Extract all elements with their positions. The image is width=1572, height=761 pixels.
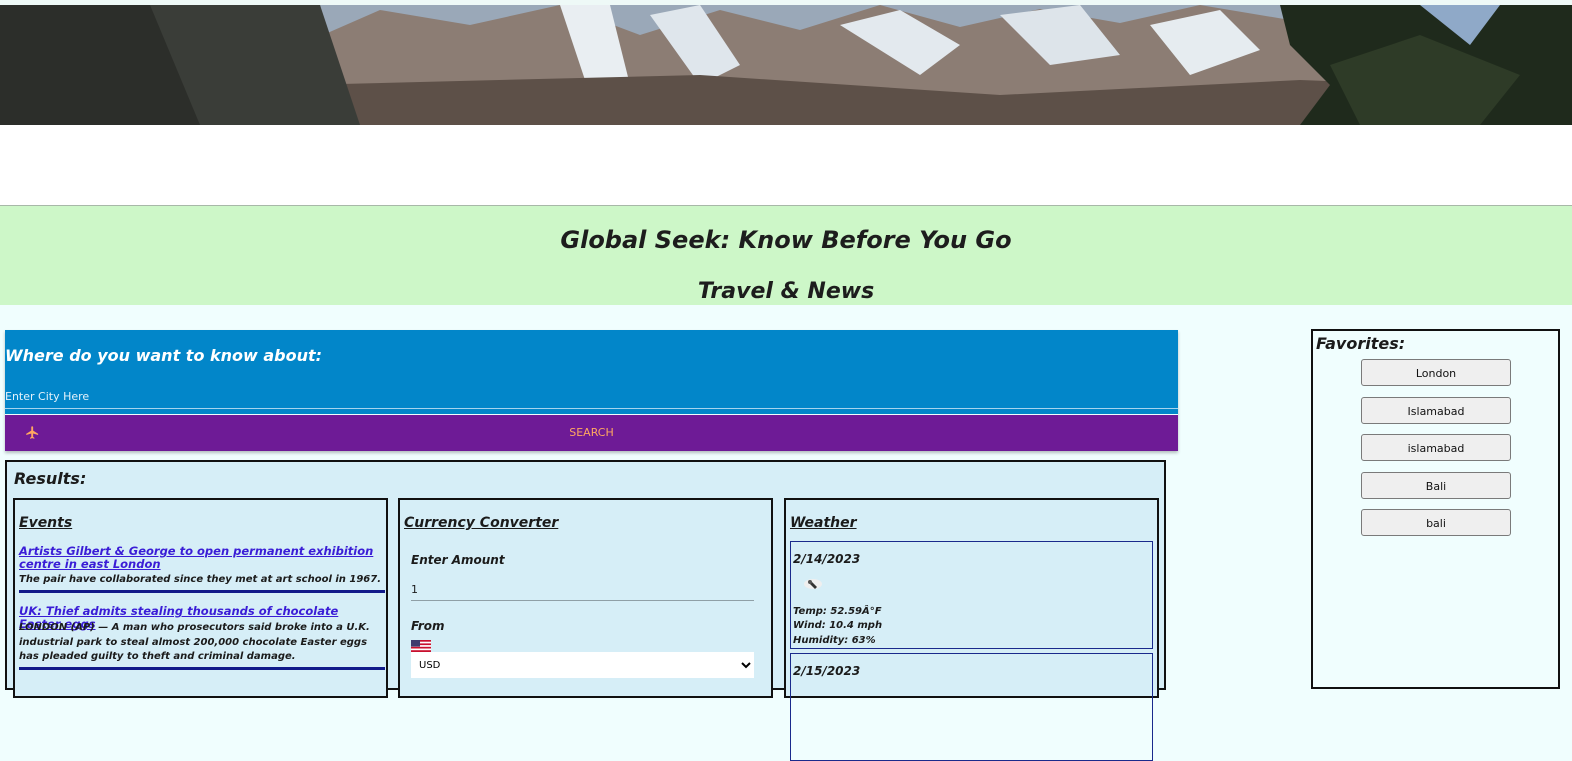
favorite-button[interactable]: London [1361, 359, 1511, 386]
weather-day-card: 2/14/2023 Temp: 52.59Â°F Wind: 10.4 mph … [790, 541, 1153, 649]
weather-day-card: 2/15/2023 [790, 653, 1153, 761]
results-panel: Results: Events Artists Gilbert & George… [5, 460, 1166, 761]
us-flag-icon [411, 640, 431, 652]
search-button[interactable]: SEARCH [5, 415, 1178, 451]
from-currency-select[interactable]: USD [411, 652, 754, 678]
event-divider [19, 590, 385, 593]
spacer-band [0, 125, 1572, 207]
search-card: Where do you want to know about: SEARCH [5, 330, 1178, 451]
currency-column: Currency Converter Enter Amount From USD [398, 498, 773, 698]
results-heading: Results: [14, 469, 87, 488]
weather-date: 2/14/2023 [793, 552, 861, 566]
airplane-icon [26, 426, 39, 439]
city-search-input[interactable] [5, 384, 1178, 409]
event-link[interactable]: Artists Gilbert & George to open permane… [19, 545, 381, 571]
search-heading: Where do you want to know about: [5, 346, 323, 365]
weather-wind: Wind: 10.4 mph [793, 620, 883, 631]
currency-title: Currency Converter [404, 515, 559, 531]
weather-column: Weather 2/14/2023 Temp: 52.59Â°F Wind: 1… [784, 498, 1159, 761]
page-subtitle: Travel & News [697, 279, 875, 304]
search-button-label: SEARCH [569, 426, 614, 439]
event-divider [19, 667, 385, 670]
favorites-heading: Favorites: [1316, 334, 1406, 353]
favorites-panel: Favorites: London Islamabad islamabad Ba… [1311, 329, 1560, 689]
favorite-button[interactable]: bali [1361, 509, 1511, 536]
page-title: Global Seek: Know Before You Go [560, 226, 1012, 254]
favorite-button[interactable]: Islamabad [1361, 397, 1511, 424]
rain-cloud-icon [804, 579, 822, 589]
weather-humidity: Humidity: 63% [793, 635, 876, 646]
event-summary: The pair have collaborated since they me… [19, 574, 382, 585]
from-label: From [411, 619, 445, 633]
favorite-button[interactable]: islamabad [1361, 434, 1511, 461]
events-title: Events [19, 515, 73, 531]
mountain-banner-image [0, 5, 1572, 125]
favorite-button[interactable]: Bali [1361, 472, 1511, 499]
event-summary: LONDON (AP) — A man who prosecutors said… [19, 622, 370, 662]
amount-label: Enter Amount [411, 553, 505, 567]
events-column: Events Artists Gilbert & George to open … [13, 498, 388, 698]
amount-input[interactable] [411, 578, 754, 601]
weather-temp: Temp: 52.59Â°F [793, 606, 882, 617]
search-form: Where do you want to know about: [5, 330, 1178, 414]
weather-title: Weather [790, 515, 857, 531]
